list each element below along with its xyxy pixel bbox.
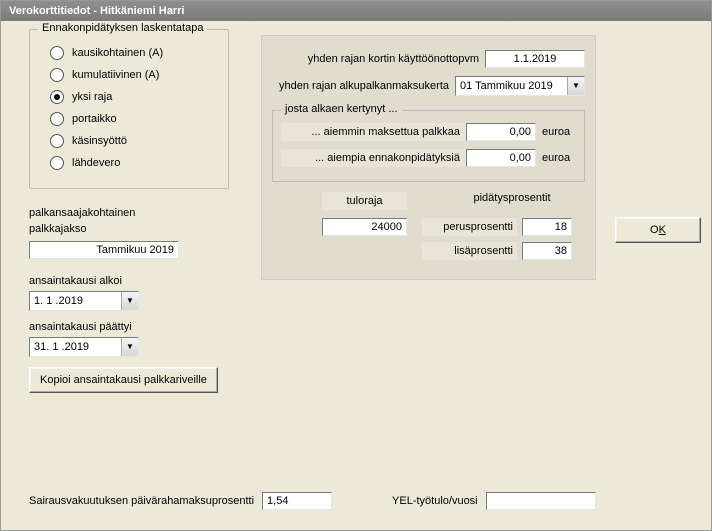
chevron-down-icon: ▼ xyxy=(121,338,138,356)
label-aiempia-ennakonpidatyksia: ... aiempia ennakonpidätyksiä xyxy=(281,149,466,167)
radio-label: käsinsyöttö xyxy=(72,135,127,147)
radio-dot-icon xyxy=(50,156,64,170)
input-yel-tyotulo[interactable] xyxy=(486,492,596,510)
select-value: 01 Tammikuu 2019 xyxy=(456,80,567,92)
radio-label: portaikko xyxy=(72,113,117,125)
label-ansaintakausi-alkoi: ansaintakausi alkoi xyxy=(29,275,122,287)
radio-label: kausikohtainen (A) xyxy=(72,47,163,59)
right-panel: yhden rajan kortin käyttöönottopvm 1.1.2… xyxy=(261,35,596,280)
label-kayttoonottopvm: yhden rajan kortin käyttöönottopvm xyxy=(272,53,485,65)
label-palkkajakso: palkkajakso xyxy=(29,223,86,235)
label-perusprosentti: perusprosentti xyxy=(422,218,517,236)
button-label: Kopioi ansaintakausi palkkariveille xyxy=(40,374,207,386)
select-ansaintakausi-alkoi[interactable]: 1. 1 .2019 ▼ xyxy=(29,291,139,311)
calc-method-legend: Ennakonpidätyksen laskentatapa xyxy=(38,22,207,34)
label-sairausvakuutus: Sairausvakuutuksen päivärahamaksuprosent… xyxy=(29,495,254,507)
kertynyt-legend: josta alkaen kertynyt ... xyxy=(281,103,402,115)
radio-lahdevero[interactable]: lähdevero xyxy=(50,156,218,170)
radio-kausikohtainen[interactable]: kausikohtainen (A) xyxy=(50,46,218,60)
select-value: 1. 1 .2019 xyxy=(30,295,121,307)
window-title: Verokorttitiedot - Hitkäniemi Harri xyxy=(1,1,711,21)
radio-kasinsyotto[interactable]: käsinsyöttö xyxy=(50,134,218,148)
input-lisaprosentti[interactable]: 38 xyxy=(522,242,572,260)
window-root: Verokorttitiedot - Hitkäniemi Harri Enna… xyxy=(0,0,712,531)
row-aiemmin-palkkaa: ... aiemmin maksettua palkkaa 0,00 euroa xyxy=(281,123,576,141)
radio-dot-icon xyxy=(50,112,64,126)
radio-label: kumulatiivinen (A) xyxy=(72,69,159,81)
window-body: Ennakonpidätyksen laskentatapa kausikoht… xyxy=(1,21,711,530)
label-pidatysprosentit: pidätysprosentit xyxy=(462,192,562,204)
kopioi-ansaintakausi-button[interactable]: Kopioi ansaintakausi palkkariveille xyxy=(29,367,218,393)
radio-portaikko[interactable]: portaikko xyxy=(50,112,218,126)
unit-euroa: euroa xyxy=(542,126,576,138)
chevron-down-icon: ▼ xyxy=(567,77,584,95)
input-aiempia-ennakonpidatyksia[interactable]: 0,00 xyxy=(466,149,536,167)
ok-button[interactable]: OK xyxy=(615,217,701,243)
label-ansaintakausi-paattyi: ansaintakausi päättyi xyxy=(29,321,132,333)
input-perusprosentti[interactable]: 18 xyxy=(522,218,572,236)
label-alkupalkanmaksukerta: yhden rajan alkupalkanmaksukerta xyxy=(272,80,455,92)
label-yel-tyotulo: YEL-työtulo/vuosi xyxy=(392,495,478,507)
input-palkkajakso[interactable]: Tammikuu 2019 xyxy=(29,241,179,259)
calc-method-group: Ennakonpidätyksen laskentatapa kausikoht… xyxy=(29,29,229,189)
chevron-down-icon: ▼ xyxy=(121,292,138,310)
select-alkupalkanmaksukerta[interactable]: 01 Tammikuu 2019 ▼ xyxy=(455,76,585,96)
radio-dot-icon xyxy=(50,46,64,60)
label-lisaprosentti: lisäprosentti xyxy=(422,242,517,260)
kertynyt-group: josta alkaen kertynyt ... ... aiemmin ma… xyxy=(272,110,585,182)
radio-dot-icon xyxy=(50,68,64,82)
row-kayttoonottopvm: yhden rajan kortin käyttöönottopvm 1.1.2… xyxy=(272,50,585,68)
input-sairausvakuutus[interactable]: 1,54 xyxy=(262,492,332,510)
radio-label: lähdevero xyxy=(72,157,120,169)
radio-dot-icon xyxy=(50,134,64,148)
label-palkansaajakohtainen: palkansaajakohtainen xyxy=(29,207,135,219)
ok-pre: O xyxy=(650,224,659,236)
input-tuloraja[interactable]: 24000 xyxy=(322,218,407,236)
row-alkupalkanmaksukerta: yhden rajan alkupalkanmaksukerta 01 Tamm… xyxy=(272,76,585,96)
row-aiempia-ennakonpidatyksia: ... aiempia ennakonpidätyksiä 0,00 euroa xyxy=(281,149,576,167)
select-value: 31. 1 .2019 xyxy=(30,341,121,353)
radio-kumulatiivinen[interactable]: kumulatiivinen (A) xyxy=(50,68,218,82)
bottom-row: Sairausvakuutuksen päivärahamaksuprosent… xyxy=(29,492,691,510)
label-aiemmin-palkkaa: ... aiemmin maksettua palkkaa xyxy=(281,123,466,141)
select-ansaintakausi-paattyi[interactable]: 31. 1 .2019 ▼ xyxy=(29,337,139,357)
ok-accel: K xyxy=(659,224,666,236)
radio-label: yksi raja xyxy=(72,91,112,103)
input-kayttoonottopvm[interactable]: 1.1.2019 xyxy=(485,50,585,68)
unit-euroa: euroa xyxy=(542,152,576,164)
input-aiemmin-palkkaa[interactable]: 0,00 xyxy=(466,123,536,141)
radio-yksi-raja[interactable]: yksi raja xyxy=(50,90,218,104)
label-tuloraja: tuloraja xyxy=(322,192,407,210)
radio-dot-icon xyxy=(50,90,64,104)
